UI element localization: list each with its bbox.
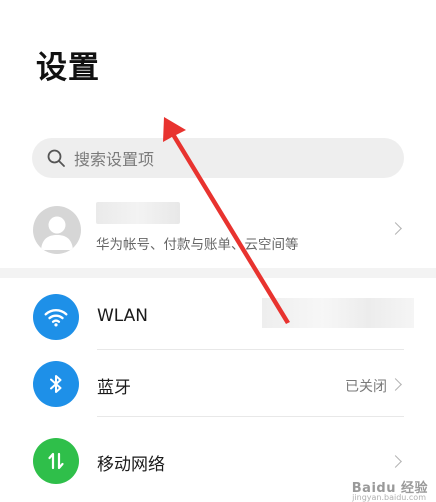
settings-item-label: 蓝牙 xyxy=(97,378,131,398)
wifi-ssid-redacted xyxy=(262,298,414,328)
wifi-icon xyxy=(33,294,79,340)
default-avatar-icon xyxy=(41,216,73,250)
section-divider xyxy=(0,268,436,278)
search-input[interactable]: 搜索设置项 xyxy=(32,138,404,178)
search-icon xyxy=(47,149,65,167)
chevron-right-icon xyxy=(389,455,402,468)
bluetooth-status: 已关闭 xyxy=(345,379,387,395)
settings-item-label: 移动网络 xyxy=(97,455,165,475)
account-row[interactable]: 华为帐号、付款与账单、云空间等 xyxy=(0,196,436,268)
settings-item-bluetooth[interactable]: 蓝牙 已关闭 xyxy=(0,351,436,417)
chevron-right-icon xyxy=(389,222,402,235)
account-subtitle: 华为帐号、付款与账单、云空间等 xyxy=(96,237,299,253)
watermark-url: jingyan.baidu.com xyxy=(352,493,426,502)
settings-item-label: WLAN xyxy=(97,306,149,326)
chevron-right-icon xyxy=(389,378,402,391)
search-placeholder: 搜索设置项 xyxy=(74,150,155,169)
bluetooth-icon xyxy=(33,361,79,407)
row-divider xyxy=(97,349,404,350)
page-title: 设置 xyxy=(36,50,100,86)
mobile-data-icon xyxy=(33,438,79,484)
row-divider xyxy=(97,416,404,417)
account-name-redacted xyxy=(96,202,180,224)
avatar xyxy=(33,206,81,254)
